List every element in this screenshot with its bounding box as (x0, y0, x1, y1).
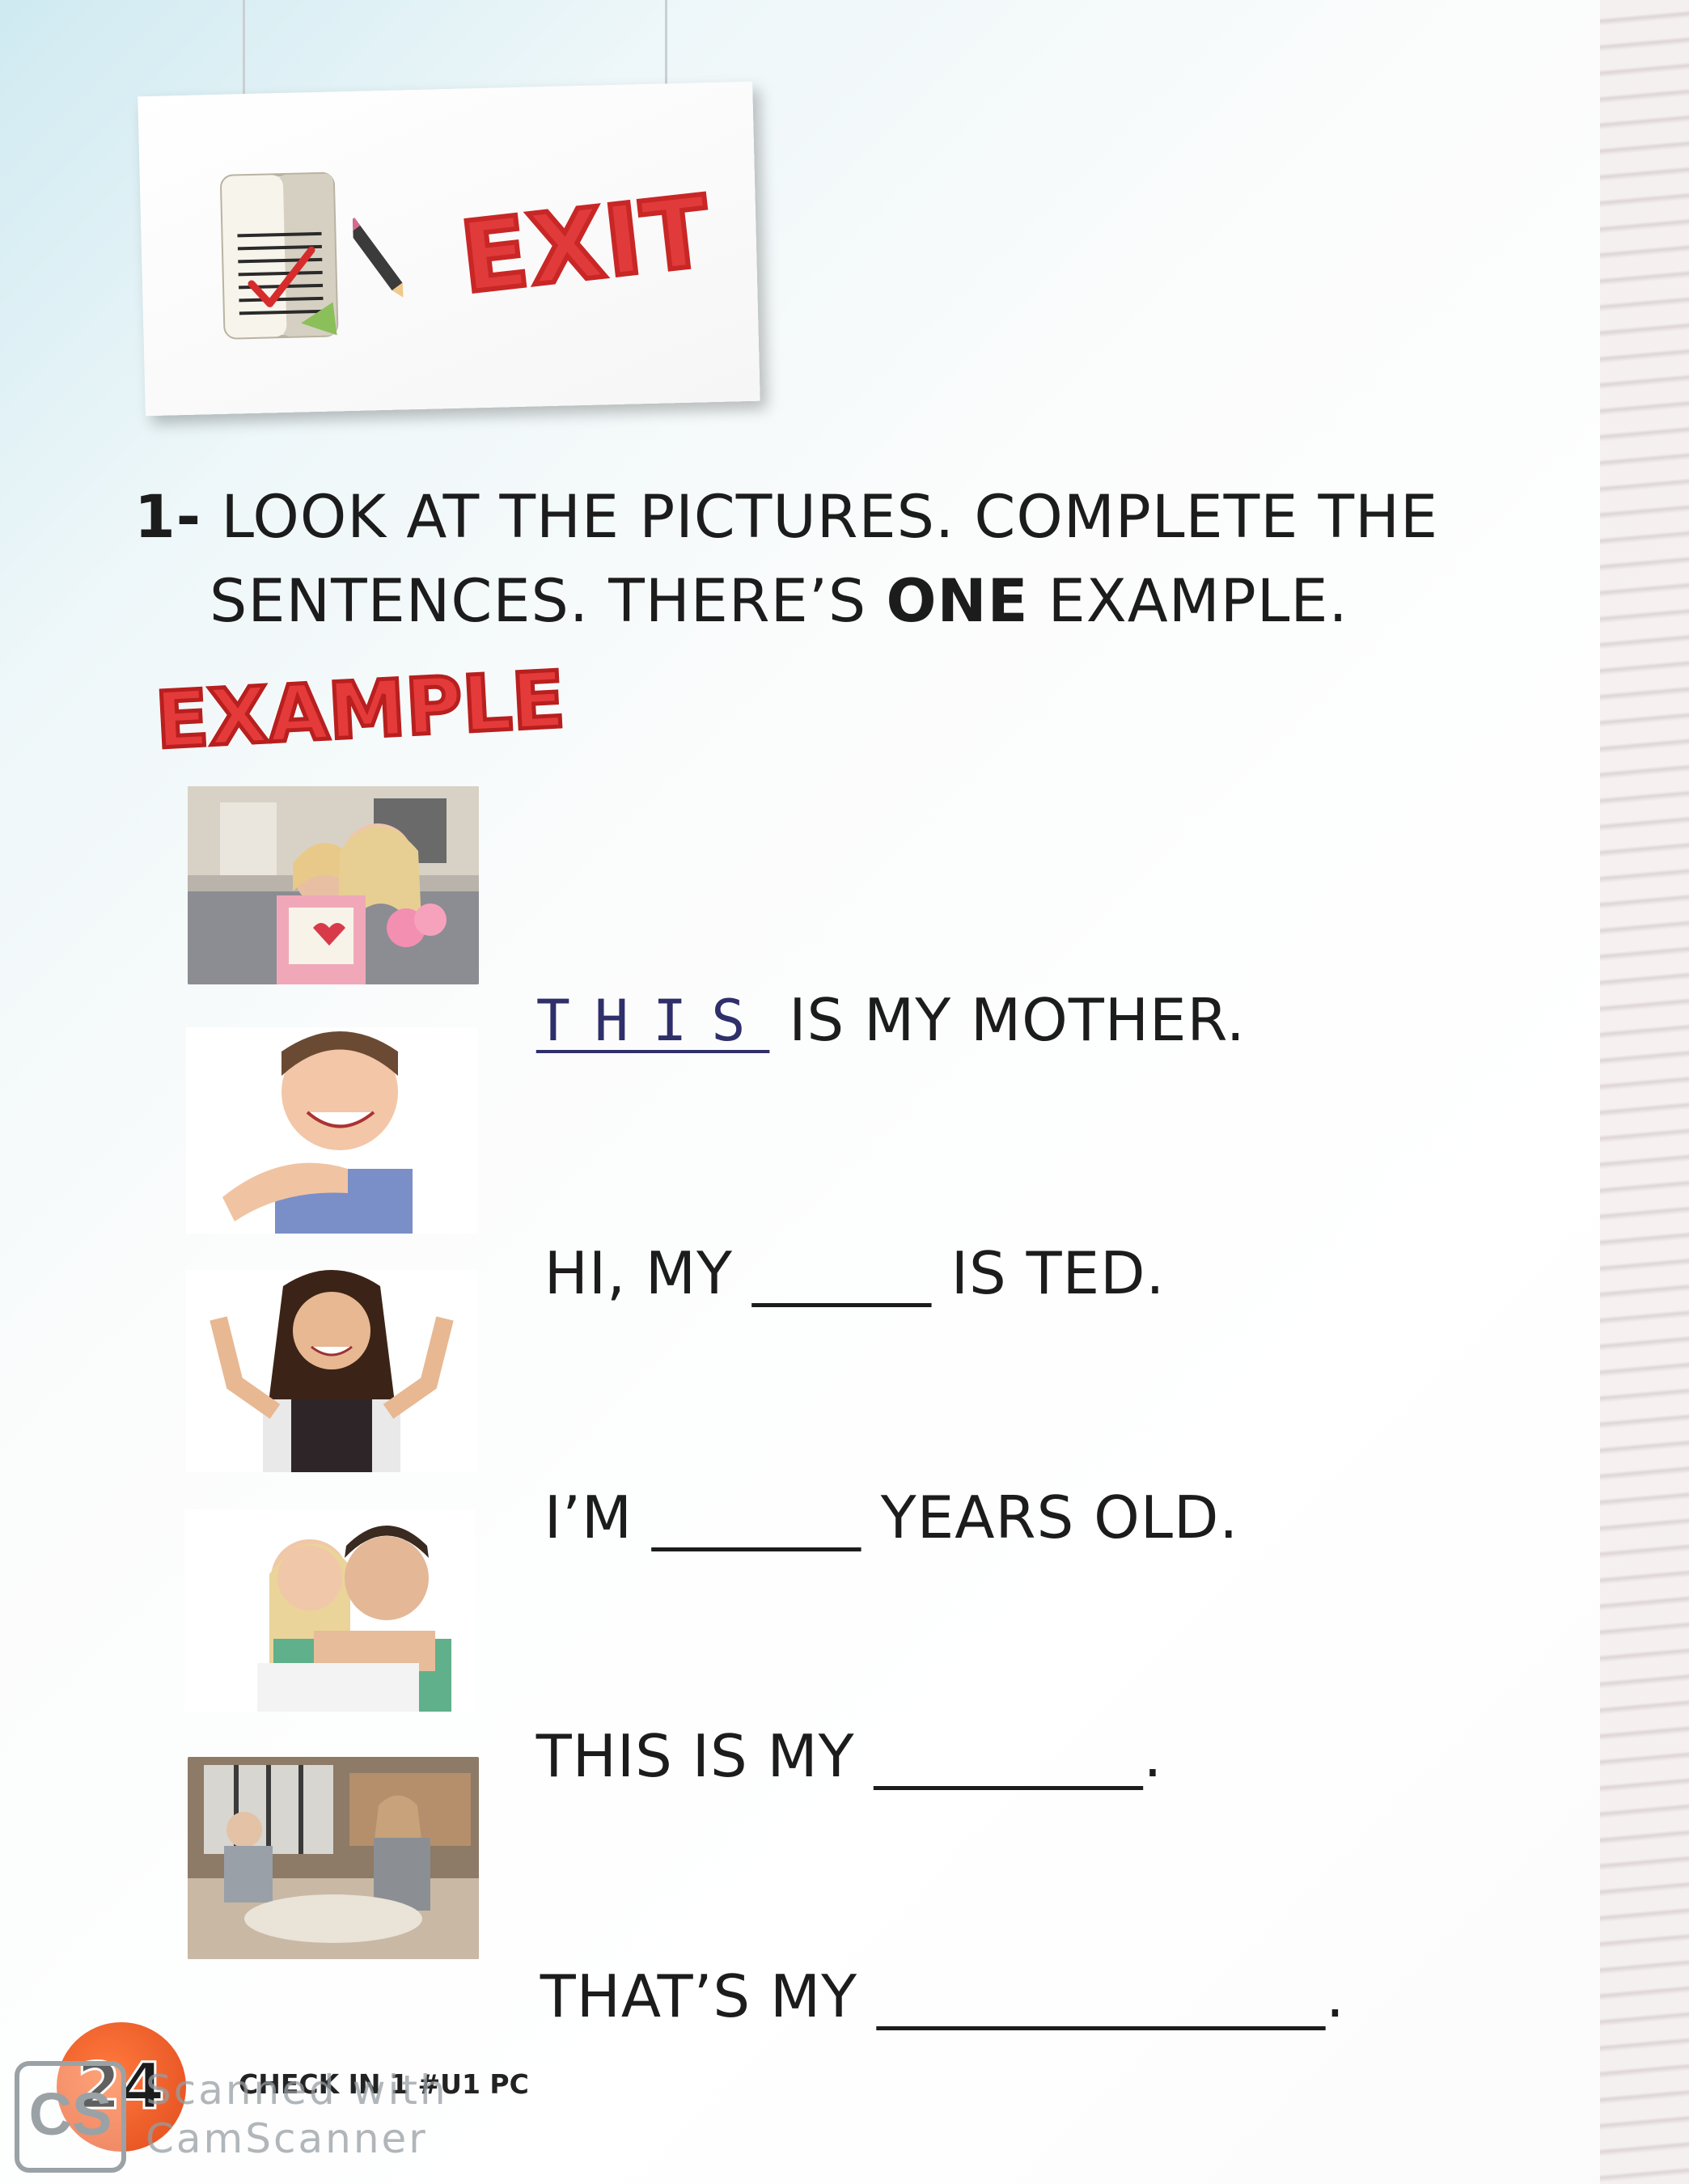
example-answer: THIS (535, 988, 770, 1054)
answer-blank-name[interactable]: ______ (752, 1239, 932, 1307)
sentence-example: THIS IS MY MOTHER. (535, 986, 1246, 1054)
answer-blank-age[interactable]: _______ (652, 1484, 861, 1551)
instruction-line1: LOOK AT THE PICTURES. COMPLETE THE (221, 483, 1439, 552)
sentence-thats-my: THAT’S MY _______________. (540, 1962, 1345, 2030)
pencil-icon (352, 218, 404, 300)
boy-ted-photo (186, 1027, 477, 1234)
camscanner-logo: CS (15, 2061, 126, 2173)
exit-label: EXIT (453, 173, 719, 318)
mother-daughter-photo (188, 786, 479, 984)
father-daughter-photo (184, 1509, 476, 1712)
watermark-line1: Scanned with (146, 2067, 448, 2114)
spiral-binding (1600, 0, 1689, 2184)
sentence-age: I’M _______ YEARS OLD. (544, 1484, 1239, 1551)
instruction-line2: SENTENCES. THERE’S ONE EXAMPLE. (210, 567, 1348, 636)
sentence-this-is-my: THIS IS MY _________. (535, 1722, 1163, 1790)
girl-waving-photo (186, 1270, 477, 1472)
exercise-number: 1- (134, 483, 202, 552)
exercise-instruction: 1- LOOK AT THE PICTURES. COMPLETE THE SE… (134, 476, 1509, 644)
instruction-emphasis: ONE (886, 567, 1029, 636)
sentence-name: HI, MY ______ IS TED. (544, 1239, 1166, 1307)
checklist-document-icon (220, 171, 339, 340)
watermark-line2: CamScanner (146, 2115, 428, 2162)
answer-blank-relation-2[interactable]: _______________ (877, 1962, 1326, 2030)
answer-blank-relation-1[interactable]: _________ (874, 1722, 1144, 1790)
family-kitchen-photo (188, 1757, 479, 1959)
exit-sign: EXIT (138, 81, 760, 417)
